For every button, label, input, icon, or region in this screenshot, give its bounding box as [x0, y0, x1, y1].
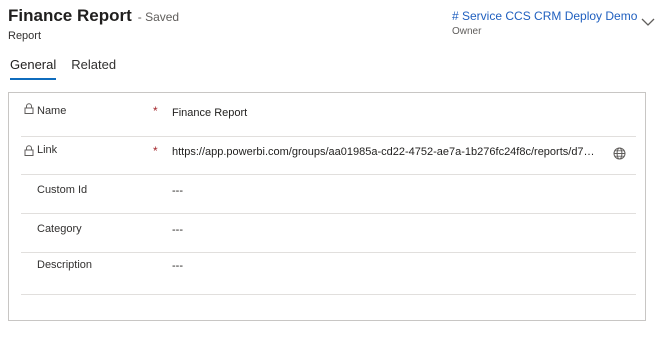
- tab-related[interactable]: Related: [71, 57, 116, 80]
- name-value[interactable]: Finance Report: [172, 107, 247, 119]
- custom-id-label: Custom Id: [37, 184, 88, 196]
- field-row-description: Description ---: [21, 253, 636, 295]
- field-row-name: Name * Finance Report: [21, 93, 636, 137]
- required-marker: *: [153, 104, 158, 118]
- save-status: - Saved: [137, 10, 180, 24]
- general-section: Name * Finance Report Link * https://app…: [8, 92, 646, 321]
- entity-type: Report: [8, 30, 42, 42]
- field-row-category: Category ---: [21, 214, 636, 253]
- required-marker: *: [153, 144, 158, 158]
- category-label: Category: [37, 223, 82, 235]
- chevron-down-icon[interactable]: [640, 16, 656, 28]
- lock-icon: [24, 145, 34, 156]
- field-row-custom-id: Custom Id ---: [21, 175, 636, 214]
- owner-label: Owner: [452, 26, 482, 37]
- custom-id-value[interactable]: ---: [172, 185, 183, 197]
- field-row-link: Link * https://app.powerbi.com/groups/aa…: [21, 137, 636, 175]
- title-row: Finance Report - Saved: [8, 6, 179, 26]
- description-label: Description: [37, 259, 93, 271]
- owner-field: # Service CCS CRM Deploy Demo Owner: [452, 9, 637, 37]
- category-value[interactable]: ---: [172, 224, 183, 236]
- link-value[interactable]: https://app.powerbi.com/groups/aa01985a-…: [172, 146, 605, 158]
- tab-list: General Related: [10, 57, 116, 80]
- lock-icon: [24, 103, 34, 114]
- owner-link[interactable]: # Service CCS CRM Deploy Demo: [452, 9, 637, 23]
- tab-general[interactable]: General: [10, 57, 57, 80]
- record-title: Finance Report: [8, 6, 132, 25]
- name-label: Name: [37, 105, 67, 117]
- description-value[interactable]: ---: [172, 260, 183, 272]
- globe-icon[interactable]: [613, 147, 626, 160]
- record-header: Finance Report - Saved Report: [8, 6, 179, 42]
- link-label: Link: [37, 144, 58, 156]
